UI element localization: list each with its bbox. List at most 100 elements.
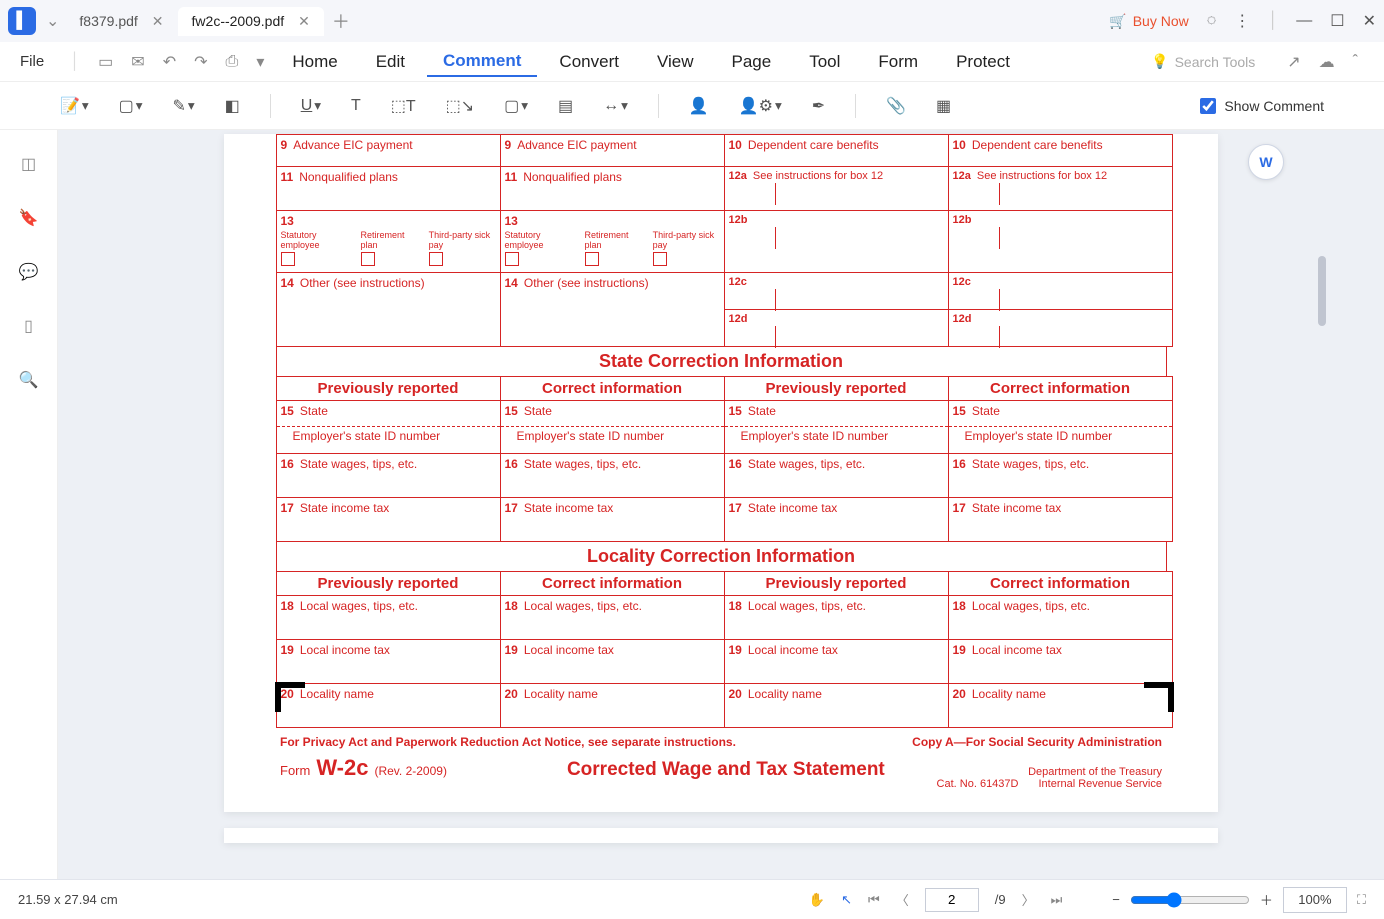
last-page-button[interactable]: ⏭ [1051,892,1063,908]
pencil-tool[interactable]: ✎▾ [172,96,194,116]
opt-label: Statutory employee [281,230,347,250]
dept-label: Department of the Treasury [937,766,1162,778]
show-comment-toggle[interactable]: Show Comment [1200,98,1324,114]
privacy-notice: For Privacy Act and Paperwork Reduction … [280,735,736,749]
print-icon[interactable]: ⎙ [220,53,245,71]
undo-icon[interactable]: ↶ [157,52,182,72]
tab-f8379[interactable]: f8379.pdf ✕ [65,7,177,36]
thumbnails-icon[interactable]: ◫ [21,154,36,174]
hand-tool-icon[interactable]: ✋ [809,892,825,908]
menu-home[interactable]: Home [276,48,353,76]
document-viewport[interactable]: W 9Advance EIC payment 9Advance EIC paym… [58,130,1384,879]
box-num: 11 [505,170,518,184]
menu-page[interactable]: Page [716,48,788,76]
prev-page-button[interactable]: 〈 [896,890,909,909]
page-total: /9 [995,892,1006,907]
comments-panel-tool[interactable]: ▦ [936,96,951,116]
tab-label: f8379.pdf [79,13,137,29]
copy-label: Copy A—For Social Security Administratio… [912,735,1162,749]
zoom-slider[interactable] [1130,892,1250,908]
box-label: Local income tax [524,643,614,657]
checkbox[interactable] [361,252,375,266]
fit-width-icon[interactable]: ⛶ [1357,892,1366,908]
box-label: State wages, tips, etc. [748,457,865,471]
tab-list-chevron[interactable]: ⌄ [46,11,59,31]
stamp-tool[interactable]: 👤 [689,96,709,116]
underline-tool[interactable]: U▾ [301,97,321,115]
box-label: Dependent care benefits [972,138,1103,152]
box-num: 10 [953,138,966,152]
attachment-tool[interactable]: 📎 [886,96,906,116]
comment-icon[interactable]: 💬 [19,262,39,282]
divider [658,94,659,118]
word-export-button[interactable]: W [1248,144,1284,180]
user-icon[interactable]: ◌ [1207,12,1217,30]
new-tab-button[interactable]: ＋ [332,8,350,34]
share-icon[interactable]: ↗ [1281,52,1306,72]
checkbox[interactable] [505,252,519,266]
bookmark-icon[interactable]: 🔖 [19,208,39,228]
checkbox[interactable] [281,252,295,266]
checkbox[interactable] [429,252,443,266]
note-box-tool[interactable]: ▤ [558,96,573,116]
tab-label: fw2c--2009.pdf [192,13,285,29]
cloud-icon[interactable]: ☁ [1313,52,1341,72]
zoom-value[interactable]: 100% [1283,887,1347,913]
first-page-button[interactable]: ⏮ [868,892,880,908]
callout-tool[interactable]: ⬚↘ [446,96,475,116]
text-tool[interactable]: T [351,97,361,115]
attachment-panel-icon[interactable]: ▯ [24,316,33,336]
redo-icon[interactable]: ↷ [188,52,213,72]
maximize-button[interactable]: ☐ [1330,11,1344,31]
scrollbar-thumb[interactable] [1318,256,1326,326]
close-window-button[interactable]: ✕ [1363,11,1376,31]
shape-tool[interactable]: ▢▾ [504,96,528,116]
minimize-button[interactable]: — [1296,12,1312,30]
close-icon[interactable]: ✕ [152,13,164,30]
zoom-out-button[interactable]: − [1112,892,1120,907]
save-icon[interactable]: ▭ [92,52,119,72]
show-comment-checkbox[interactable] [1200,98,1216,114]
box-label: Advance EIC payment [517,138,636,152]
menu-form[interactable]: Form [862,48,934,76]
eraser-tool[interactable]: ◧ [225,96,240,116]
stamp-custom-tool[interactable]: 👤⚙▾ [739,96,782,116]
menu-edit[interactable]: Edit [360,48,421,76]
chevron-up-icon[interactable]: ˆ [1347,53,1364,71]
file-menu[interactable]: File [20,53,44,70]
menu-tool[interactable]: Tool [793,48,856,76]
opt-label: Third-party sick pay [429,230,496,250]
buy-now-button[interactable]: 🛒 Buy Now [1109,13,1188,30]
app-icon: ▌ [8,7,36,35]
checkbox[interactable] [585,252,599,266]
measure-tool[interactable]: ↔▾ [603,97,628,115]
menu-protect[interactable]: Protect [940,48,1026,76]
next-page-button[interactable]: 〉 [1022,890,1035,909]
search-icon[interactable]: 🔍 [19,370,39,390]
form-title: Corrected Wage and Tax Statement [567,759,885,781]
box-label: State wages, tips, etc. [524,457,641,471]
box-num: 17 [953,501,966,515]
checkbox[interactable] [653,252,667,266]
box-num: 17 [505,501,518,515]
mail-icon[interactable]: ✉ [125,52,150,72]
zoom-in-button[interactable]: ＋ [1260,890,1273,909]
select-tool-icon[interactable]: ↖ [841,892,852,908]
menu-view[interactable]: View [641,48,710,76]
kebab-menu-icon[interactable]: ⋮ [1234,11,1250,31]
tab-fw2c-2009[interactable]: fw2c--2009.pdf ✕ [178,7,324,36]
close-icon[interactable]: ✕ [298,13,310,30]
signature-tool[interactable]: ✒ [812,96,825,116]
dropdown-icon[interactable]: ▾ [250,52,270,72]
box-num: 18 [729,599,742,613]
form-code: W-2c [316,755,368,781]
menu-convert[interactable]: Convert [543,48,635,76]
box-num: 18 [281,599,294,613]
highlight-area-tool[interactable]: ▢▾ [119,96,143,116]
box-label: Locality name [972,687,1046,701]
text-box-tool[interactable]: ⬚T [391,96,416,116]
page-number-input[interactable] [925,888,979,912]
search-tools[interactable]: 💡 Search Tools [1151,53,1255,70]
menu-comment[interactable]: Comment [427,47,537,77]
note-tool[interactable]: 📝▾ [60,96,89,116]
